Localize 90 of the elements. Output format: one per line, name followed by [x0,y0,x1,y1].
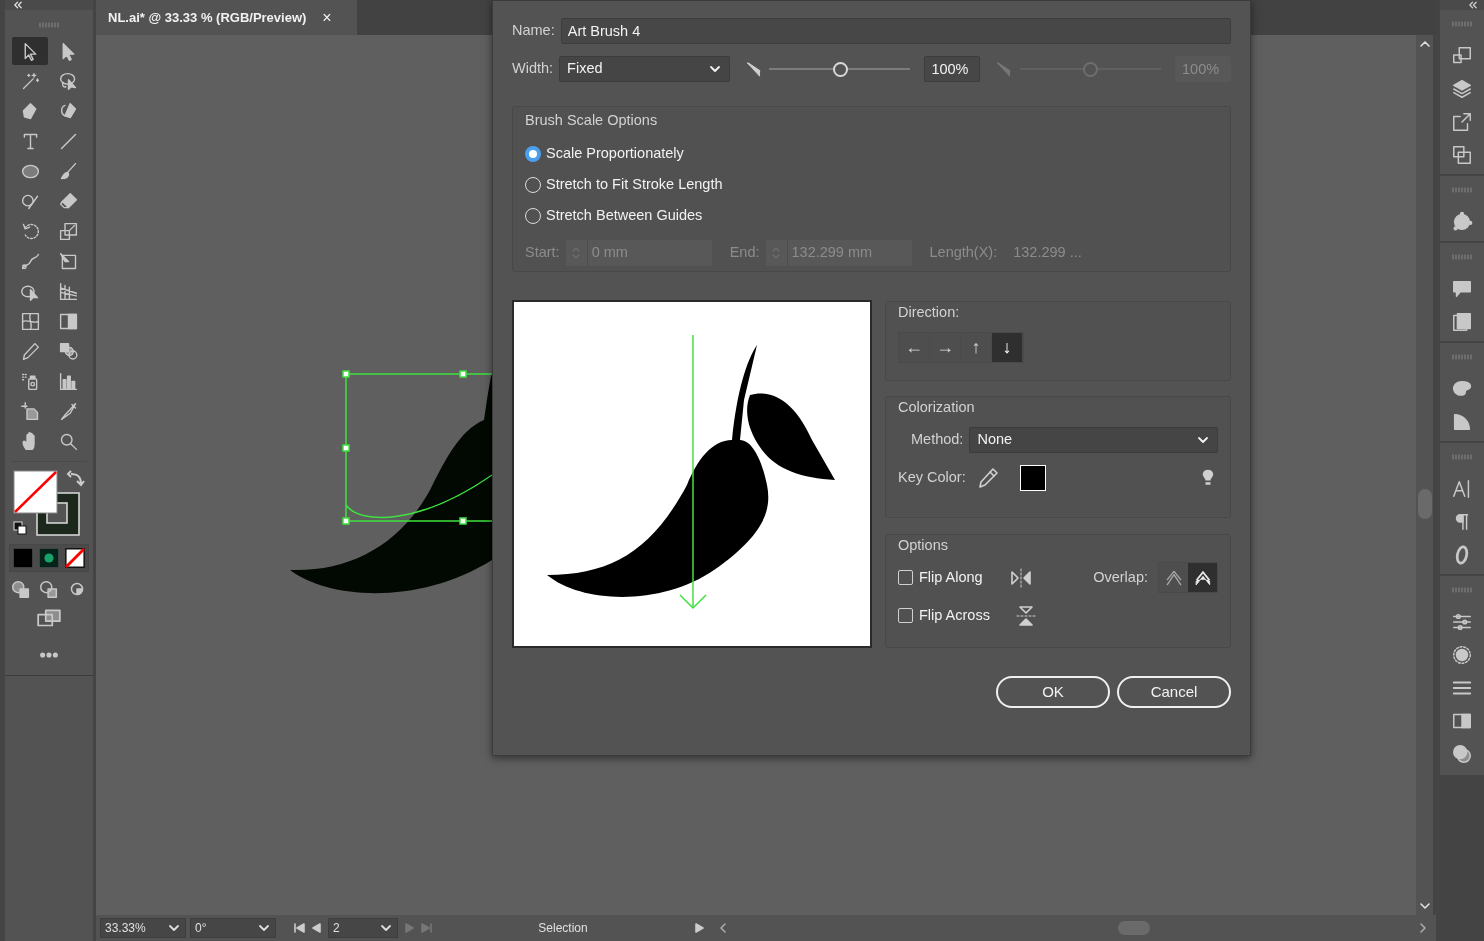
option-label: Scale Proportionately [546,143,684,163]
mesh-icon [19,310,41,332]
checkbox[interactable] [898,608,913,624]
comment-icon[interactable] [1451,278,1473,300]
width-dropdown[interactable]: Fixed [559,56,730,82]
tool-button[interactable] [12,37,48,65]
artboard-icon [19,400,41,422]
zoom-field[interactable]: 33.33% [100,918,186,938]
rotation-field[interactable]: 0° [190,918,276,938]
scroll-thumb[interactable] [1417,489,1432,519]
play-icon[interactable] [692,922,706,934]
circles-icon[interactable] [1451,743,1473,765]
chevron-icon [258,923,270,933]
group-title: Brush Scale Options [525,111,659,130]
fill-swatch[interactable] [13,470,58,514]
dashed-circle-icon[interactable] [1451,644,1473,666]
none-button[interactable] [64,547,86,569]
field-label: Start: [525,242,560,262]
chevron-icon [168,923,180,933]
group-title: Colorization [898,398,976,417]
artboard-field[interactable]: 2 [328,918,398,938]
field-label: Method: [911,429,964,449]
overlap-button[interactable] [1188,563,1217,593]
scroll-left-icon[interactable] [718,922,728,934]
scroll-right-icon[interactable] [1418,922,1428,934]
swap-icon[interactable] [67,470,85,486]
bar-chart-icon [57,370,79,392]
direction-button[interactable]: → [930,332,961,362]
lasso-icon [57,70,79,92]
previous-icon[interactable] [310,922,324,934]
book-icon[interactable] [1451,311,1473,333]
artboards-icon[interactable] [1451,144,1473,166]
draw-mode-icon[interactable] [10,578,32,600]
grip-handle[interactable] [38,22,60,29]
option-label: Stretch to Fit Stroke Length [546,174,723,194]
collapse-icon[interactable] [1468,1,1478,9]
radio-button[interactable] [525,145,541,162]
ok-button[interactable]: OK [996,676,1110,708]
color-button[interactable] [12,547,34,569]
field-label: Length(X): [929,242,998,262]
field-label: Overlap: [1093,567,1148,587]
close-button[interactable]: × [322,9,332,26]
sphere-icon[interactable] [1451,211,1473,233]
blend-icon [57,340,79,362]
scroll-down-icon[interactable] [1418,901,1431,911]
group-title: Options [898,536,949,555]
method-dropdown[interactable]: None [969,426,1218,453]
transform-icon [57,250,79,272]
grip-handle[interactable] [1451,587,1473,594]
field-label: Key Color: [898,467,966,487]
more-icon[interactable] [39,651,59,660]
option-label: Flip Along [919,567,983,587]
field-label: Width: [512,59,554,79]
grip-handle[interactable] [1451,254,1473,261]
default-colors-icon[interactable] [13,521,27,535]
grid-icon [57,280,79,302]
draw-mode-icon[interactable] [38,578,60,600]
slider-thumb[interactable] [832,62,848,77]
export-icon[interactable] [1451,111,1473,133]
grip-handle[interactable] [1451,354,1473,361]
field-label: Name: [512,21,555,41]
gradient-button[interactable] [38,547,60,569]
direction-button[interactable]: ← [899,332,930,362]
chevron-icon [380,923,392,933]
grip-handle[interactable] [1451,454,1473,461]
chevron-icon [1197,434,1209,445]
checkbox[interactable] [898,570,913,586]
option-label: Flip Across [919,605,990,625]
chevron-icon [708,64,721,74]
width-slider[interactable] [769,60,911,78]
cancel-button[interactable]: Cancel [1117,676,1231,708]
layers-icon[interactable] [1451,78,1473,100]
grip-handle[interactable] [1451,21,1473,28]
length-value: 132.299 ... [1013,242,1082,262]
direction-button[interactable]: ↓ [992,332,1023,362]
scale-icon [57,220,79,242]
grip-handle[interactable] [1451,187,1473,194]
key-color-swatch[interactable] [1019,464,1046,491]
sliders-icon[interactable] [1451,611,1473,633]
first-icon[interactable] [292,922,306,934]
status-text: Selection [538,921,588,935]
field-label: End: [729,242,760,262]
document-tab[interactable]: NL.ai* @ 33.33 % (RGB/Preview) × [96,0,357,35]
name-field[interactable]: Art Brush 4 [560,18,1231,44]
group-title: Direction: [898,303,961,322]
scroll-up-icon[interactable] [1418,39,1431,49]
option-label: Stretch Between Guides [546,205,703,225]
collapse-icon[interactable] [13,1,23,9]
value-field[interactable]: 100% [924,56,981,82]
selection-box[interactable] [342,370,493,525]
